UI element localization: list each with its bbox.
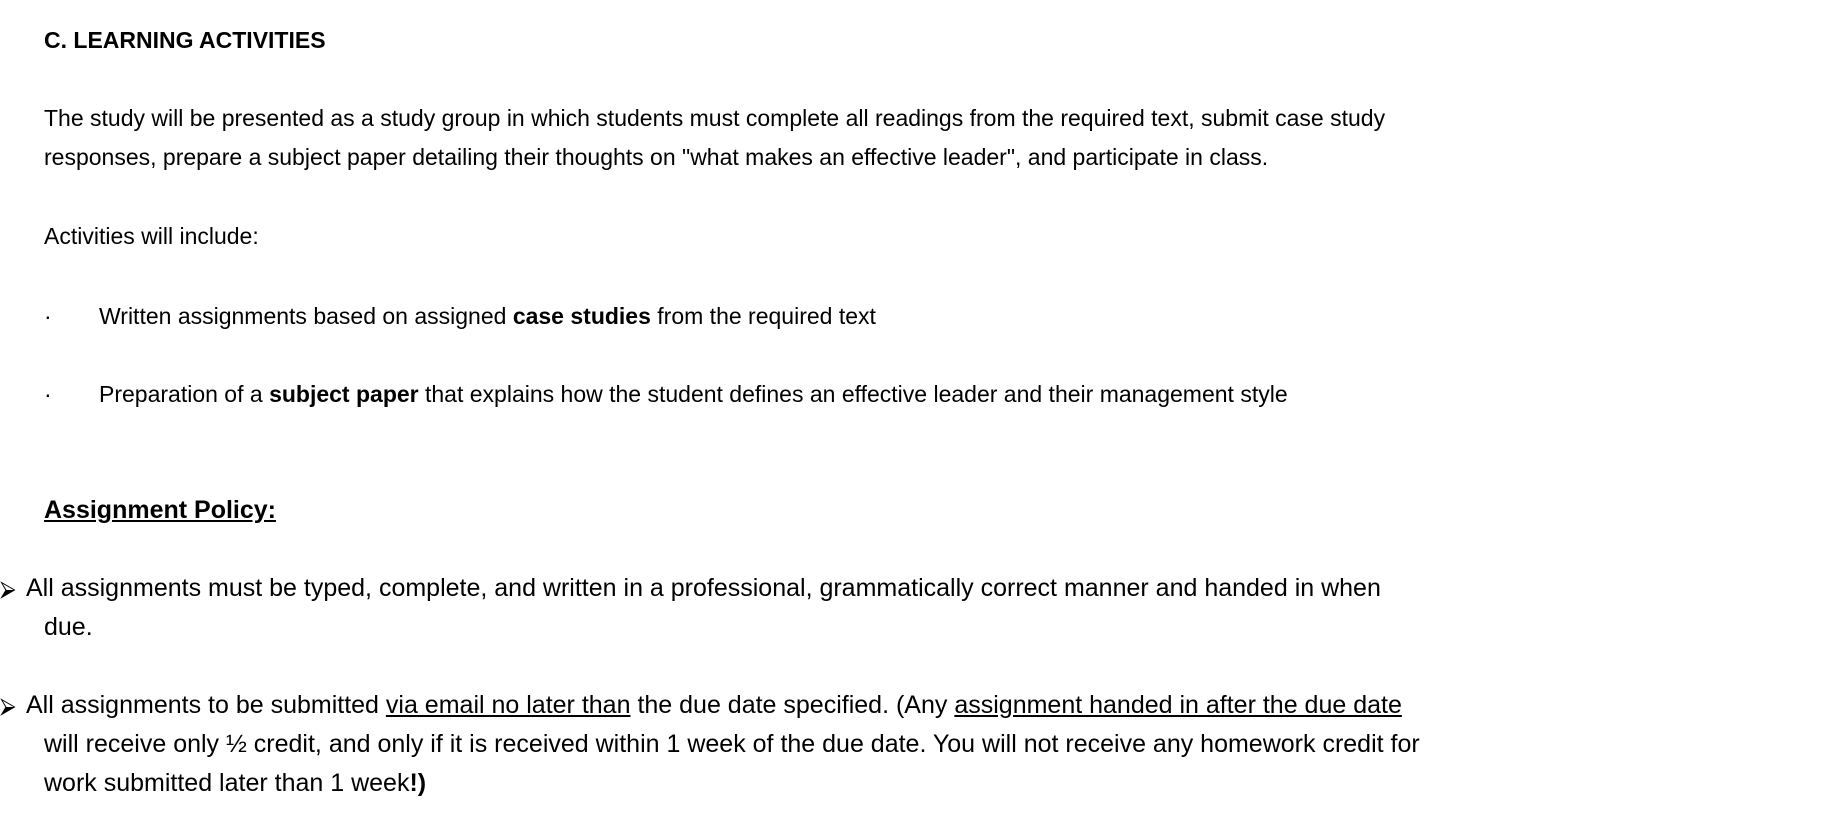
- policy-line: due.: [44, 613, 93, 641]
- activity-text-post: from the required text: [650, 303, 876, 329]
- arrow-bullet-icon: ⮚: [0, 576, 16, 601]
- policy-underlined-text: assignment handed in after the due date: [954, 691, 1402, 719]
- policy-text: All assignments to be submitted: [26, 691, 386, 719]
- policy-line: will receive only ½ credit, and only if …: [44, 730, 1420, 758]
- bullet-dot: ·: [44, 303, 52, 329]
- activity-text-post: that explains how the student defines an…: [418, 381, 1288, 407]
- intro-line-2: responses, prepare a subject paper detai…: [44, 144, 1269, 170]
- policy-text: work submitted later than 1 week: [44, 769, 410, 797]
- policy-underlined-text: via email no later than: [385, 691, 631, 719]
- policy-text: the due date specified. (Any: [630, 691, 955, 719]
- activity-text-bold: case studies: [512, 303, 651, 329]
- activity-text: Written assignments based on assigned ca…: [99, 301, 876, 331]
- arrow-bullet-icon: ⮚: [0, 693, 16, 718]
- activity-text-pre: Preparation of a: [99, 381, 270, 407]
- activity-text-pre: Written assignments based on assigned: [99, 303, 513, 329]
- section-heading: C. LEARNING ACTIVITIES: [44, 27, 326, 53]
- activities-intro: Activities will include:: [44, 223, 259, 249]
- document-page: C. LEARNING ACTIVITIES The study will be…: [0, 0, 1840, 820]
- intro-line-1: The study will be presented as a study g…: [44, 105, 1386, 131]
- activity-text-bold: subject paper: [269, 381, 419, 407]
- intro-paragraph: The study will be presented as a study g…: [44, 99, 1504, 177]
- policy-line: All assignments to be submitted via emai…: [26, 686, 1402, 725]
- policy-bold-text: !): [409, 769, 427, 797]
- policy-title: Assignment Policy:: [44, 496, 276, 524]
- activity-text: Preparation of a subject paper that expl…: [99, 379, 1288, 409]
- bullet-dot: ·: [44, 381, 52, 407]
- policy-line: work submitted later than 1 week!): [44, 764, 426, 803]
- policy-line: All assignments must be typed, complete,…: [26, 574, 1381, 602]
